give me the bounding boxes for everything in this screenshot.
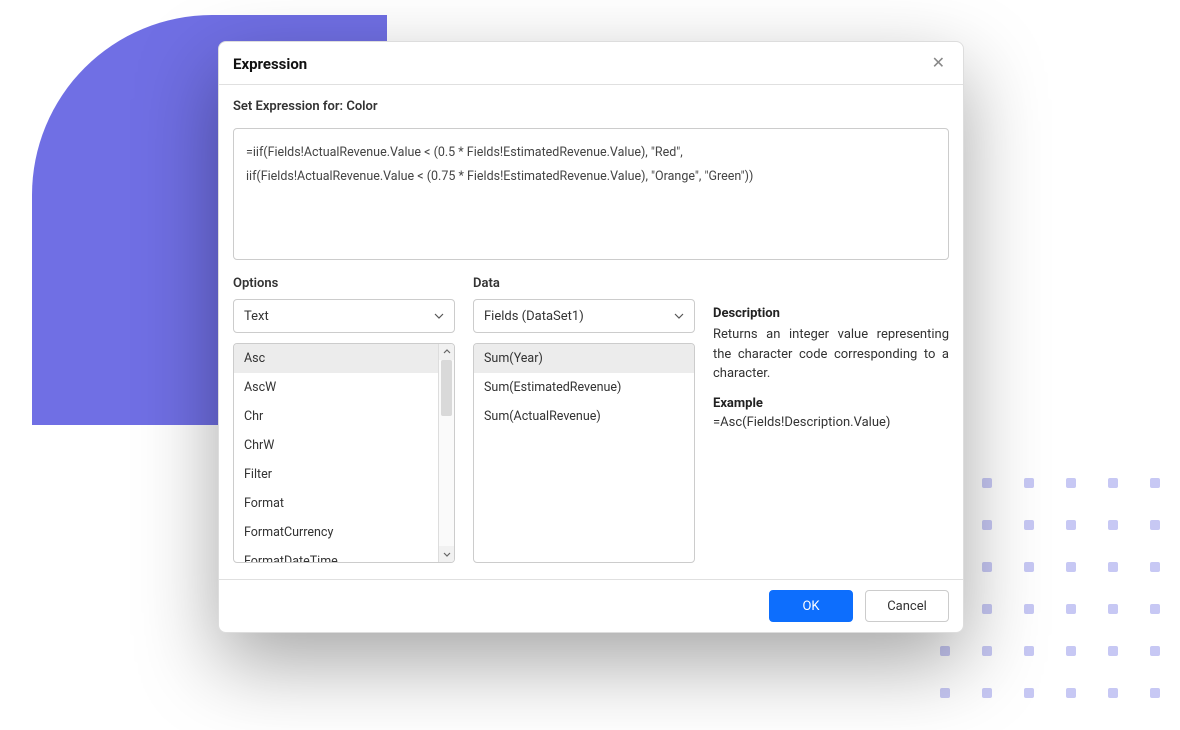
dialog-body: Set Expression for: Color Options Text A…: [219, 85, 963, 579]
description-text: Returns an integer value representing th…: [713, 325, 949, 384]
options-list-item[interactable]: AscW: [234, 373, 438, 402]
scrollbar-thumb[interactable]: [441, 360, 452, 416]
data-select-value: Fields (DataSet1): [484, 309, 584, 324]
options-select[interactable]: Text: [233, 299, 455, 333]
chevron-up-icon: [443, 348, 451, 356]
data-select[interactable]: Fields (DataSet1): [473, 299, 695, 333]
options-list-item[interactable]: Asc: [234, 344, 438, 373]
close-button[interactable]: ✕: [928, 54, 949, 74]
chevron-down-icon: [434, 311, 444, 321]
options-list-item[interactable]: Filter: [234, 460, 438, 489]
dialog-title: Expression: [233, 55, 307, 73]
options-list-item[interactable]: FormatDateTime: [234, 547, 438, 562]
options-column: Options Text AscAscWChrChrWFilterFormatF…: [233, 276, 455, 579]
expression-dialog: Expression ✕ Set Expression for: Color O…: [218, 41, 964, 633]
data-label: Data: [473, 276, 695, 291]
info-column: Description Returns an integer value rep…: [713, 306, 949, 579]
data-list-item[interactable]: Sum(Year): [474, 344, 694, 373]
dialog-header: Expression ✕: [219, 42, 963, 85]
close-icon: ✕: [932, 55, 945, 72]
data-listbox: Sum(Year)Sum(EstimatedRevenue)Sum(Actual…: [473, 343, 695, 563]
options-select-value: Text: [244, 309, 269, 324]
options-listbox: AscAscWChrChrWFilterFormatFormatCurrency…: [233, 343, 455, 563]
ok-button[interactable]: OK: [769, 590, 853, 622]
scroll-down-button[interactable]: [439, 546, 454, 562]
decorative-dots-pattern: [940, 478, 1160, 698]
options-list-item[interactable]: FormatCurrency: [234, 518, 438, 547]
example-label: Example: [713, 396, 949, 411]
options-list-item[interactable]: ChrW: [234, 431, 438, 460]
dialog-footer: OK Cancel: [219, 579, 963, 632]
cancel-button[interactable]: Cancel: [865, 590, 949, 622]
data-list-item[interactable]: Sum(EstimatedRevenue): [474, 373, 694, 402]
example-text: =Asc(Fields!Description.Value): [713, 415, 949, 430]
data-column: Data Fields (DataSet1) Sum(Year)Sum(Esti…: [473, 276, 695, 579]
chevron-down-icon: [674, 311, 684, 321]
description-label: Description: [713, 306, 949, 321]
subtitle: Set Expression for: Color: [233, 99, 949, 114]
expression-textarea[interactable]: [233, 128, 949, 260]
data-list-item[interactable]: Sum(ActualRevenue): [474, 402, 694, 431]
scroll-up-button[interactable]: [439, 344, 454, 360]
chevron-down-icon: [443, 550, 451, 558]
options-list-item[interactable]: Chr: [234, 402, 438, 431]
scrollbar-track[interactable]: [439, 360, 454, 546]
options-list-item[interactable]: Format: [234, 489, 438, 518]
options-scrollbar[interactable]: [438, 344, 454, 562]
options-label: Options: [233, 276, 455, 291]
